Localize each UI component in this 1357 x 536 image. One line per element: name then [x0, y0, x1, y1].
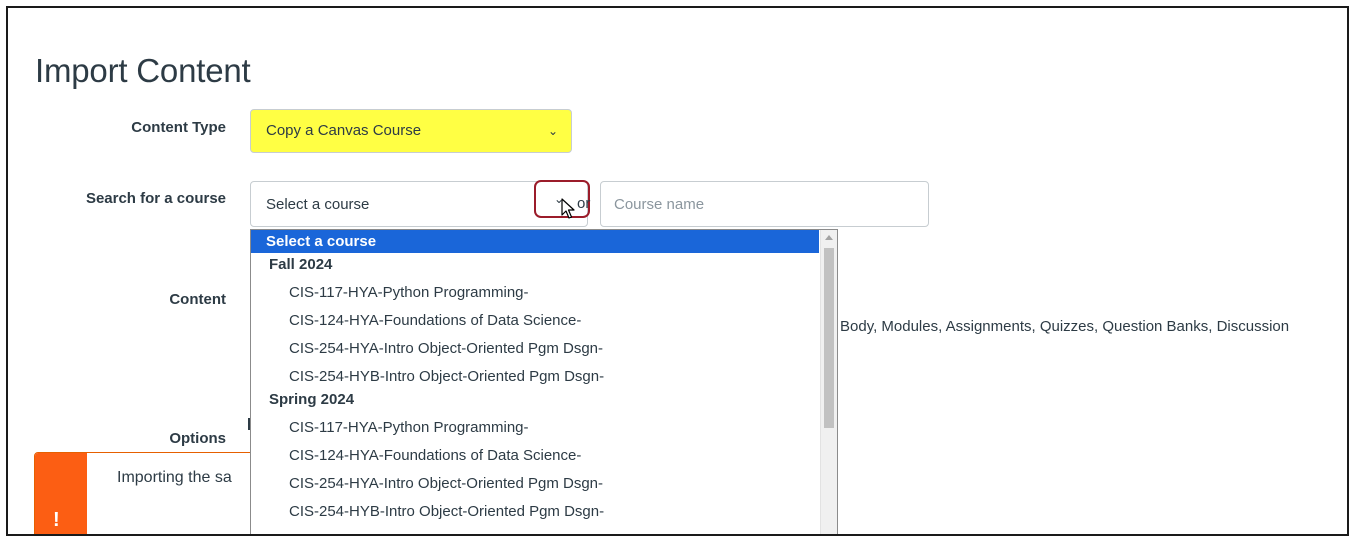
- content-type-label: Content Type: [131, 119, 226, 136]
- scrollbar-thumb[interactable]: [824, 248, 834, 428]
- dropdown-option[interactable]: CIS-254-HYB-Intro Object-Oriented Pgm Ds…: [251, 500, 819, 523]
- dropdown-option[interactable]: CIS-254-HYB-Intro Object-Oriented Pgm Ds…: [251, 365, 819, 388]
- content-description-text: Body, Modules, Assignments, Quizzes, Que…: [840, 318, 1290, 335]
- course-dropdown-list[interactable]: Select a course Fall 2024 CIS-117-HYA-Py…: [250, 229, 838, 534]
- content-type-value: Copy a Canvas Course: [266, 122, 422, 139]
- chevron-down-icon: ⌄: [547, 124, 558, 138]
- window-frame: Import Content Content Type Copy a Canva…: [6, 6, 1349, 536]
- alert-icon-column: [35, 453, 87, 534]
- content-type-select[interactable]: Copy a Canvas Course ⌄: [250, 109, 572, 153]
- search-course-label: Search for a course: [85, 190, 226, 207]
- content-label: Content: [169, 291, 226, 308]
- optgroup-label: Fall 2024: [269, 256, 333, 273]
- dropdown-option-selected[interactable]: Select a course: [251, 230, 819, 253]
- options-label: Options: [169, 430, 226, 447]
- dropdown-option[interactable]: CIS-254-HYA-Intro Object-Oriented Pgm Ds…: [251, 472, 819, 495]
- course-select-value: Select a course: [266, 196, 370, 213]
- dropdown-option[interactable]: CIS-124-HYA-Foundations of Data Science-: [251, 444, 819, 467]
- scroll-up-arrow-icon[interactable]: [825, 235, 833, 240]
- dropdown-option[interactable]: CIS-117-HYA-Python Programming-: [251, 416, 819, 439]
- dropdown-scrollbar[interactable]: [820, 230, 837, 534]
- dropdown-option[interactable]: CIS-254-HYA-Intro Object-Oriented Pgm Ds…: [251, 337, 819, 360]
- dropdown-option[interactable]: CIS-124-HYA-Foundations of Data Science-: [251, 309, 819, 332]
- warning-icon: !: [53, 509, 60, 531]
- page-title: Import Content: [35, 52, 251, 89]
- course-name-input[interactable]: [600, 181, 929, 227]
- optgroup-label: Spring 2024: [269, 391, 355, 408]
- alert-message: Importing the sa: [117, 469, 232, 486]
- mouse-pointer-icon: [561, 198, 575, 219]
- course-dropdown-options: Select a course Fall 2024 CIS-117-HYA-Py…: [251, 230, 819, 523]
- or-separator: or: [577, 195, 591, 212]
- dropdown-option[interactable]: CIS-117-HYA-Python Programming-: [251, 281, 819, 304]
